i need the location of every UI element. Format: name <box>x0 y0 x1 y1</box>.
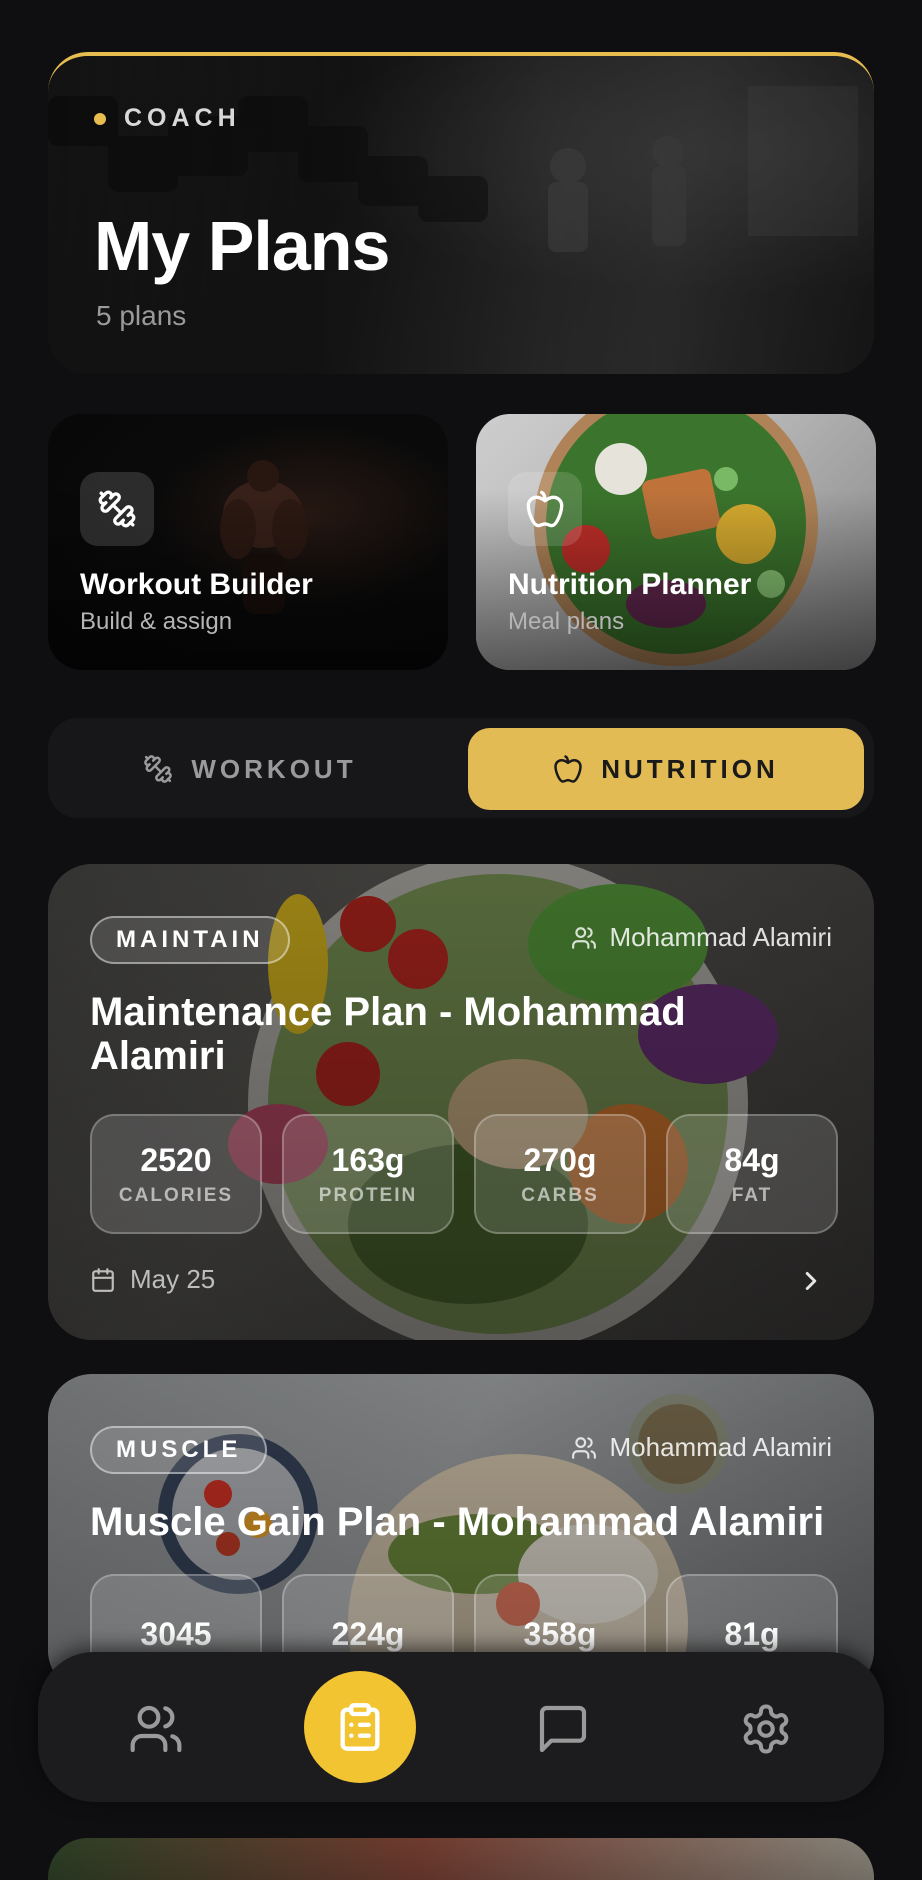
calendar-icon <box>92 1267 114 1292</box>
nutrition-planner-card[interactable]: Nutrition Planner Meal plans <box>476 414 876 670</box>
status-dot <box>94 112 106 125</box>
dumbbell-icon <box>98 490 136 528</box>
macro-stats: 2520 CALORIES 163g PROTEIN 270g CARBS 84… <box>90 1114 838 1234</box>
role-label: COACH <box>124 104 241 132</box>
nav-settings[interactable] <box>711 1674 821 1784</box>
apple-icon <box>554 755 582 783</box>
chevron-right-icon[interactable] <box>796 1266 826 1296</box>
stat-value: 270g <box>523 1141 597 1178</box>
header-card: COACH My Plans 5 plans <box>48 52 874 374</box>
clipboard-icon <box>340 1703 380 1751</box>
stat-value: 81g <box>724 1615 780 1652</box>
users-icon <box>572 1436 597 1459</box>
plan-card[interactable]: MUSCLE Mohammad Alamiri Muscle Gain Plan… <box>48 1374 874 1694</box>
chat-icon <box>539 1705 587 1753</box>
stat-label: FAT <box>731 1184 773 1206</box>
card-overlay <box>48 1838 874 1880</box>
role-tag: COACH <box>94 104 241 133</box>
settings-icon <box>743 1704 789 1754</box>
workout-builder-card[interactable]: Workout Builder Build & assign <box>48 414 448 670</box>
nutrition-planner-title: Nutrition Planner <box>508 568 752 601</box>
dumbbell-icon <box>144 755 173 783</box>
stat-protein: 163g PROTEIN <box>282 1114 454 1234</box>
client-name: Mohammad Alamiri <box>609 922 832 952</box>
stat-value: 3045 <box>140 1615 212 1652</box>
nav-plans[interactable] <box>304 1671 416 1783</box>
client-name: Mohammad Alamiri <box>609 1432 832 1462</box>
stat-value: 84g <box>724 1141 780 1178</box>
plan-title: Maintenance Plan - Mohammad Alamiri <box>90 990 686 1078</box>
stat-value: 2520 <box>140 1141 212 1178</box>
workout-builder-title: Workout Builder <box>80 568 313 601</box>
plan-type-toggle: WORKOUT NUTRITION <box>48 718 874 818</box>
client-label: Mohammad Alamiri <box>571 922 832 953</box>
tab-workout-label: WORKOUT <box>191 753 357 784</box>
stat-label: PROTEIN <box>318 1184 418 1206</box>
plan-card[interactable]: MAINTAIN Mohammad Alamiri Maintenance Pl… <box>48 864 874 1340</box>
stat-carbs: 270g CARBS <box>474 1114 646 1234</box>
stat-value: 163g <box>331 1141 405 1178</box>
bottom-nav <box>38 1652 884 1802</box>
stat-fat: 84g FAT <box>666 1114 838 1234</box>
stat-label: CARBS <box>521 1184 599 1206</box>
client-label: Mohammad Alamiri <box>571 1432 832 1463</box>
stat-value: 224g <box>331 1615 405 1652</box>
plan-date-text: May 25 <box>130 1264 216 1294</box>
dumbbell-icon-tile <box>80 472 154 546</box>
plans-count: 5 plans <box>96 300 187 331</box>
workout-builder-subtitle: Build & assign <box>80 608 233 635</box>
stat-label: CALORIES <box>118 1184 234 1206</box>
stat-calories: 2520 CALORIES <box>90 1114 262 1234</box>
nav-clients[interactable] <box>101 1674 211 1784</box>
page-title: My Plans <box>94 207 390 285</box>
goal-badge: MUSCLE <box>90 1426 268 1474</box>
tab-nutrition-label: NUTRITION <box>601 753 779 784</box>
plans-screen: COACH My Plans 5 plans Workout Builder B… <box>0 0 922 1880</box>
tab-workout[interactable]: WORKOUT <box>52 728 448 810</box>
users-icon <box>130 1705 182 1753</box>
nutrition-planner-subtitle: Meal plans <box>508 608 625 635</box>
users-icon <box>572 926 597 949</box>
stat-value: 358g <box>523 1615 597 1652</box>
apple-icon-tile <box>508 472 582 546</box>
plan-title: Muscle Gain Plan - Mohammad Alamiri <box>90 1500 825 1544</box>
goal-badge: MAINTAIN <box>90 916 290 964</box>
tab-nutrition[interactable]: NUTRITION <box>468 728 864 810</box>
nav-messages[interactable] <box>508 1674 618 1784</box>
plan-date: May 25 <box>90 1264 215 1295</box>
apple-icon <box>526 490 564 528</box>
plan-card[interactable] <box>48 1838 874 1880</box>
